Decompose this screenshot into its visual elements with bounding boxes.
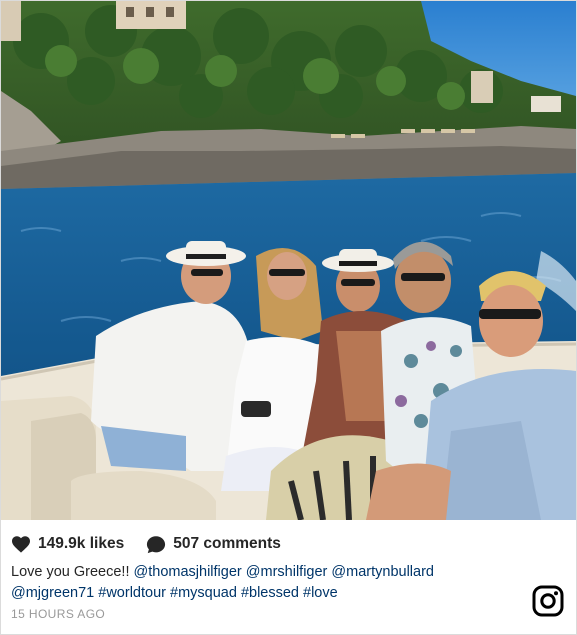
post-timestamp[interactable]: 15 HOURS AGO — [11, 607, 566, 621]
post-meta: 149.9k likes 507 comments Love you Greec… — [11, 533, 566, 621]
mention-link[interactable]: @mrshilfiger — [246, 564, 328, 580]
mention-link[interactable]: @martynbullard — [331, 564, 434, 580]
post-caption: Love you Greece!! @thomasjhilfiger @mrsh… — [11, 562, 511, 604]
comment-bubble-icon — [147, 535, 166, 553]
likes-count: 149.9k likes — [38, 535, 125, 552]
likes-stat[interactable]: 149.9k likes — [11, 535, 124, 553]
hashtag-link[interactable]: #mysquad — [170, 585, 237, 601]
hashtag-link[interactable]: #love — [303, 585, 338, 601]
caption-text: Love you Greece!! — [11, 564, 130, 580]
hashtag-link[interactable]: #blessed — [241, 585, 299, 601]
instagram-logo-button[interactable] — [532, 585, 564, 622]
instagram-post-card: 149.9k likes 507 comments Love you Greec… — [0, 0, 577, 635]
mention-link[interactable]: @mjgreen71 — [11, 585, 94, 601]
comments-count: 507 comments — [173, 535, 281, 552]
comments-stat[interactable]: 507 comments — [146, 535, 281, 554]
instagram-logo-icon — [532, 585, 564, 617]
heart-icon — [12, 536, 30, 553]
hashtag-link[interactable]: #worldtour — [98, 585, 166, 601]
engagement-stats: 149.9k likes 507 comments — [11, 533, 566, 555]
mention-link[interactable]: @thomasjhilfiger — [134, 564, 242, 580]
post-photo-illustration — [1, 1, 576, 520]
post-photo[interactable] — [1, 1, 576, 520]
